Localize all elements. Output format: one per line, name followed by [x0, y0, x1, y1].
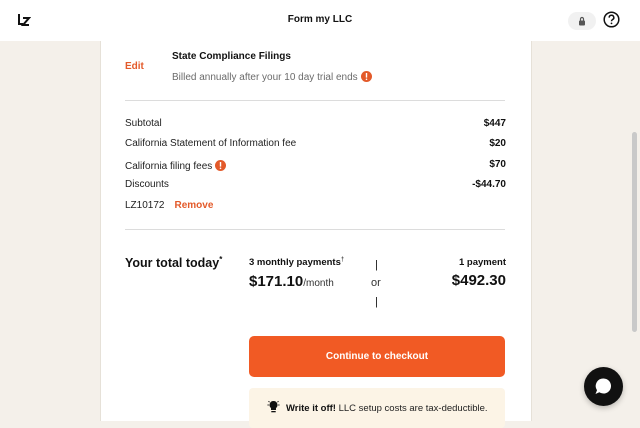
edit-filing-link[interactable]: Edit: [125, 61, 144, 72]
secure-badge[interactable]: [568, 12, 596, 30]
discounts-value: -$44.70: [472, 179, 506, 190]
monthly-payments-label[interactable]: 3 monthly payments†: [249, 257, 344, 268]
total-label: Your total today*: [125, 255, 222, 270]
divider: [125, 229, 505, 230]
tax-tip-banner: Write it off! LLC setup costs are tax-de…: [249, 388, 505, 428]
subtotal-label: Subtotal: [125, 118, 162, 129]
lock-icon: [579, 16, 585, 26]
separator-bottom: |: [375, 296, 378, 308]
tip-text: LLC setup costs are tax-deductible.: [335, 403, 488, 414]
single-payment-amount[interactable]: $492.30: [452, 272, 506, 289]
chat-button[interactable]: [584, 367, 623, 406]
subtotal-value: $447: [483, 118, 506, 129]
filing-title: State Compliance Filings: [172, 51, 291, 62]
chat-bubble-icon: [595, 378, 612, 394]
or-label: or: [371, 277, 381, 289]
help-icon[interactable]: [603, 11, 620, 28]
top-bar: Form my LLC: [0, 0, 640, 41]
total-marker: *: [219, 255, 223, 264]
filing-fees-value: $70: [489, 159, 506, 170]
continue-to-checkout-button[interactable]: Continue to checkout: [249, 336, 505, 377]
coupon-row: LZ10172 Remove: [125, 200, 213, 211]
monthly-unit: /month: [303, 278, 334, 289]
order-summary-card: Edit State Compliance Filings Billed ann…: [100, 41, 532, 428]
lightbulb-icon: [267, 400, 280, 413]
monthly-marker: †: [340, 257, 345, 263]
coupon-code: LZ10172: [125, 200, 165, 211]
statement-fee-value: $20: [489, 138, 506, 149]
single-payment-label[interactable]: 1 payment: [459, 257, 506, 268]
tip-content: Write it off! LLC setup costs are tax-de…: [267, 400, 488, 414]
divider: [125, 100, 505, 101]
discounts-label: Discounts: [125, 179, 169, 190]
total-label-text: Your total today: [125, 256, 220, 271]
remove-coupon-link[interactable]: Remove: [174, 200, 213, 211]
tip-bold: Write it off!: [286, 403, 336, 414]
info-icon[interactable]: [215, 160, 227, 171]
monthly-amount[interactable]: $171.10/month: [249, 273, 334, 290]
filing-fees-label: California filing fees: [125, 160, 227, 172]
separator-top: |: [375, 259, 378, 271]
scrollbar-thumb[interactable]: [632, 132, 637, 332]
info-icon[interactable]: [360, 71, 372, 82]
statement-fee-label: California Statement of Information fee: [125, 138, 297, 149]
filing-fees-label-text: California filing fees: [125, 161, 213, 172]
filing-subtitle-text: Billed annually after your 10 day trial …: [172, 72, 358, 83]
monthly-amount-value: $171.10: [249, 273, 304, 290]
monthly-payments-text: 3 monthly payments: [249, 257, 341, 269]
filing-subtitle: Billed annually after your 10 day trial …: [172, 71, 372, 83]
page-title: Form my LLC: [287, 14, 353, 25]
